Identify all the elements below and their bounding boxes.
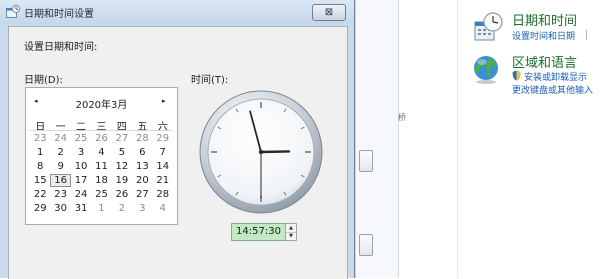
calendar-day-selected[interactable]: 16 [50, 174, 71, 187]
calendar-day[interactable]: 3 [132, 202, 152, 215]
uac-shield-icon [512, 70, 521, 81]
panel-divider [457, 0, 458, 278]
calendar-month-title[interactable]: 2020年3月 [26, 96, 177, 111]
calendar-day[interactable]: 7 [153, 146, 173, 159]
calendar-day[interactable]: 11 [91, 160, 111, 173]
dialog-heading: 设置日期和时间: [24, 42, 98, 53]
calendar-week-row: 22 23 24 25 26 27 28 [30, 188, 173, 201]
side-strip-text: 桥 [398, 113, 406, 122]
calendar-day[interactable]: 17 [71, 174, 91, 187]
calendar-day[interactable]: 26 [91, 132, 111, 145]
calendar-day[interactable]: 29 [30, 202, 50, 215]
calendar-day[interactable]: 8 [30, 160, 50, 173]
spin-down-icon[interactable]: ▼ [286, 232, 296, 240]
calendar-day[interactable]: 4 [91, 146, 111, 159]
calendar-week-row: 8 9 10 11 12 13 14 [30, 160, 173, 173]
calendar-day[interactable]: 28 [153, 188, 173, 201]
region-category-title[interactable]: 区域和语言 [512, 52, 577, 71]
calendar-day[interactable]: 25 [71, 132, 91, 145]
calendar-day[interactable]: 5 [112, 146, 132, 159]
calendar-divider [30, 130, 173, 131]
time-spinner[interactable]: ▲ ▼ [285, 223, 297, 241]
calendar-day[interactable]: 29 [153, 132, 173, 145]
calendar-day[interactable]: 25 [91, 188, 111, 201]
calendar-week-row: 29 30 31 1 2 3 4 [30, 202, 173, 215]
datetime-dialog: 日期和时间设置 ⊠ 设置日期和时间: 日期(D): 时间(T): ◂ 2020年… [0, 0, 355, 279]
datetime-icon [6, 5, 20, 18]
calendar-day[interactable]: 19 [112, 174, 132, 187]
side-strip-button[interactable] [359, 150, 373, 172]
calendar-day[interactable]: 1 [30, 146, 50, 159]
dialog-titlebar[interactable]: 日期和时间设置 ⊠ [0, 0, 354, 24]
dialog-title: 日期和时间设置 [24, 9, 94, 20]
calendar-day[interactable]: 15 [30, 174, 50, 187]
date-calendar[interactable]: ◂ 2020年3月 ▸ 日 一 二 三 四 五 六 23 24 25 26 27… [25, 87, 178, 225]
calendar-day[interactable]: 26 [112, 188, 132, 201]
calendar-day[interactable]: 30 [50, 202, 70, 215]
calendar-week-row: 23 24 25 26 27 28 29 [30, 132, 173, 145]
calendar-week-row: 15 16 17 18 19 20 21 [30, 174, 173, 187]
change-keyboard-link[interactable]: 更改键盘或其他输入 [512, 83, 593, 96]
calendar-day[interactable]: 3 [71, 146, 91, 159]
calendar-day[interactable]: 21 [153, 174, 173, 187]
set-time-date-link[interactable]: 设置时间和日期 [512, 29, 575, 42]
datetime-category-title[interactable]: 日期和时间 [512, 10, 577, 29]
calendar-day[interactable]: 27 [132, 188, 152, 201]
calendar-day[interactable]: 4 [153, 202, 173, 215]
calendar-day[interactable]: 18 [91, 174, 111, 187]
calendar-day[interactable]: 12 [112, 160, 132, 173]
calendar-day[interactable]: 27 [112, 132, 132, 145]
calendar-day[interactable]: 23 [50, 188, 70, 201]
dialog-body: 设置日期和时间: 日期(D): 时间(T): ◂ 2020年3月 ▸ 日 一 二… [8, 26, 348, 279]
calendar-day[interactable]: 23 [30, 132, 50, 145]
calendar-day[interactable]: 1 [91, 202, 111, 215]
calendar-week-row: 1 2 3 4 5 6 7 [30, 146, 173, 159]
calendar-day[interactable]: 24 [71, 188, 91, 201]
calendar-day[interactable]: 10 [71, 160, 91, 173]
calendar-day[interactable]: 20 [132, 174, 152, 187]
analog-clock [199, 90, 323, 214]
calendar-day[interactable]: 13 [132, 160, 152, 173]
link-separator [586, 30, 587, 40]
calendar-day[interactable]: 2 [112, 202, 132, 215]
next-month-button[interactable]: ▸ [162, 97, 166, 105]
side-strip-button[interactable] [359, 234, 373, 256]
calendar-day[interactable]: 31 [71, 202, 91, 215]
install-display-language-link[interactable]: 安装或卸载显示 [524, 70, 587, 83]
calendar-day[interactable]: 2 [50, 146, 70, 159]
calendar-day[interactable]: 22 [30, 188, 50, 201]
calendar-day[interactable]: 28 [132, 132, 152, 145]
calendar-day[interactable]: 14 [153, 160, 173, 173]
date-label: 日期(D): [24, 75, 63, 86]
close-button[interactable]: ⊠ [312, 4, 346, 21]
time-input[interactable]: 14:57:30 [231, 223, 286, 241]
calendar-day[interactable]: 9 [50, 160, 70, 173]
clock-calendar-icon [474, 12, 503, 41]
globe-icon [474, 56, 498, 84]
hour-hand [259, 150, 291, 154]
time-label: 时间(T): [191, 75, 229, 86]
calendar-day[interactable]: 6 [132, 146, 152, 159]
clock-center [258, 149, 264, 155]
close-icon: ⊠ [324, 6, 334, 18]
calendar-day[interactable]: 24 [50, 132, 70, 145]
